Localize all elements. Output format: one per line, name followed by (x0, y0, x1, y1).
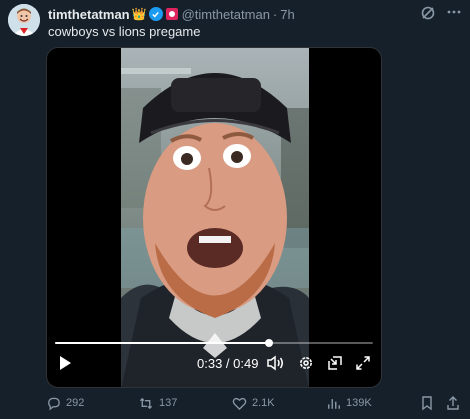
progress-fill (55, 342, 269, 344)
timestamp[interactable]: 7h (280, 7, 294, 22)
more-options-icon[interactable] (446, 4, 462, 20)
progress-bar[interactable] (55, 339, 373, 347)
bookmark-icon (422, 396, 432, 411)
verified-badge-icon[interactable] (148, 7, 163, 21)
crown-icon: 👑 (131, 7, 147, 21)
repost-icon (139, 397, 153, 409)
reply-count: 292 (66, 397, 85, 409)
repost-button[interactable]: 137 (138, 393, 177, 413)
display-name[interactable]: timthetatman (48, 7, 130, 22)
analytics-icon (328, 398, 340, 409)
progress-scrubber[interactable] (265, 339, 273, 347)
tweet-text: cowboys vs lions pregame (48, 24, 201, 39)
handle[interactable]: @timthetatman (182, 7, 270, 22)
tweet[interactable]: timthetatman 👑 @timthetatman · 7h cowboy… (0, 0, 470, 419)
video-frame[interactable] (121, 48, 309, 387)
settings-gear-icon[interactable] (296, 353, 316, 373)
tweet-header: timthetatman 👑 @timthetatman · 7h (48, 4, 295, 24)
reply-icon (48, 397, 60, 411)
like-button[interactable]: 2.1K (232, 393, 275, 413)
video-timecode: 0:33 / 0:49 (197, 355, 259, 371)
action-bar: 292 137 2.1K 139K (0, 393, 470, 413)
affiliate-badge-icon[interactable] (165, 8, 178, 20)
heart-icon (232, 397, 247, 410)
separator-dot: · (272, 6, 278, 22)
video-player[interactable]: 0:33 / 0:49 (46, 47, 382, 388)
like-count: 2.1K (252, 397, 275, 409)
fullscreen-icon[interactable] (353, 353, 373, 373)
bookmark-button[interactable] (420, 393, 439, 413)
reply-button[interactable]: 292 (46, 393, 84, 413)
volume-icon[interactable] (265, 353, 285, 373)
view-count: 139K (346, 397, 372, 409)
share-icon (447, 396, 459, 410)
grok-icon[interactable] (420, 5, 436, 21)
avatar[interactable] (8, 4, 40, 36)
share-button[interactable] (446, 393, 465, 413)
picture-in-picture-icon[interactable] (325, 353, 345, 373)
play-button[interactable] (55, 353, 75, 373)
views-button[interactable]: 139K (327, 393, 372, 413)
repost-count: 137 (159, 397, 178, 409)
